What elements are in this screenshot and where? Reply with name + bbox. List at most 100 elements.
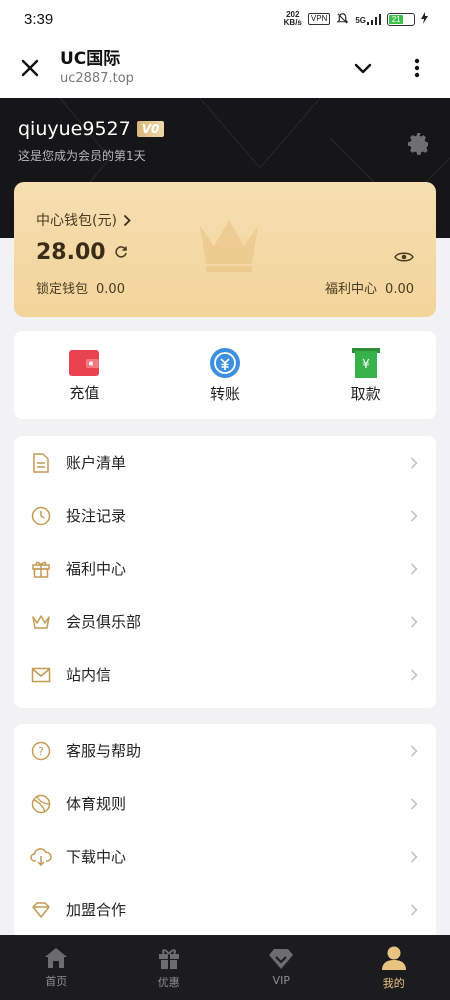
nav-promotions[interactable]: 优惠 (113, 935, 226, 1000)
gift-icon (158, 948, 179, 969)
menu-item-partnership[interactable]: 加盟合作 (14, 883, 436, 936)
chevron-down-icon (354, 63, 372, 73)
transfer-label: 转账 (210, 384, 241, 403)
site-url: uc2887.top (60, 71, 134, 86)
withdraw-label: 取款 (350, 384, 381, 403)
vip-badge: V0 (136, 121, 165, 137)
menu-item-member-club[interactable]: 会员俱乐部 (14, 595, 436, 648)
menu-label: 下载中心 (66, 848, 127, 866)
chevron-right-icon (410, 797, 420, 811)
menu-item-welfare-center[interactable]: 福利中心 (14, 542, 436, 595)
chevron-right-icon (410, 903, 420, 917)
crown-icon (30, 611, 52, 633)
wallet-card: 中心钱包(元) 28.00 锁定钱包 0.00 福利中心 0.00 (14, 182, 436, 317)
chevron-right-icon (410, 456, 420, 470)
site-info: UC国际 uc2887.top (60, 48, 348, 88)
menu-item-account-list[interactable]: 账户清单 (14, 436, 436, 489)
username-row: qiuyue9527 V0 (18, 118, 165, 140)
nav-label: 我的 (382, 976, 405, 990)
more-button[interactable] (402, 53, 432, 83)
close-button[interactable] (18, 56, 42, 80)
eye-icon[interactable] (394, 248, 414, 267)
wallet-amount: 28.00 (36, 240, 106, 265)
cash-icon: ¥ (351, 347, 380, 378)
menu-label: 账户清单 (66, 454, 127, 472)
more-vertical-icon (414, 58, 420, 78)
nav-home[interactable]: 首页 (0, 935, 113, 1000)
wallet-title-link[interactable]: 中心钱包(元) (36, 210, 131, 230)
diamond-icon (30, 899, 52, 921)
menu-label: 客服与帮助 (66, 742, 142, 760)
menu-item-bet-records[interactable]: 投注记录 (14, 489, 436, 542)
member-days: 这是您成为会员的第1天 (18, 149, 146, 163)
vpn-badge: VPN (307, 13, 331, 25)
welfare-balance-label: 福利中心 (325, 282, 378, 297)
charging-icon (421, 12, 428, 26)
chevron-right-icon (410, 850, 420, 864)
menu-item-download-center[interactable]: 下载中心 (14, 830, 436, 883)
withdraw-button[interactable]: ¥ 取款 (295, 331, 436, 419)
battery-icon: 21 (387, 12, 415, 26)
nav-vip[interactable]: VIP (225, 935, 338, 1000)
locked-wallet-value: 0.00 (96, 282, 125, 297)
bottom-nav: 首页 优惠 VIP 我的 (0, 935, 450, 1000)
deposit-label: 充值 (69, 383, 100, 402)
quick-actions: 充值 转账 ¥ 取款 (14, 331, 436, 419)
status-indicators: 202 KB/s VPN 5G 21 (284, 11, 428, 27)
menu-item-sports-rules[interactable]: 体育规则 (14, 777, 436, 830)
wallet-amount-row: 28.00 (36, 240, 130, 265)
locked-wallet-label: 锁定钱包 (36, 282, 89, 297)
menu-label: 会员俱乐部 (66, 613, 142, 631)
gift-icon (30, 558, 52, 580)
nav-mine[interactable]: 我的 (338, 935, 450, 1000)
clock-icon (30, 505, 52, 527)
signal-icon: 5G (355, 13, 381, 25)
mute-icon (336, 12, 349, 27)
menu-label: 福利中心 (66, 560, 127, 578)
crown-watermark-icon (200, 220, 258, 272)
user-icon (381, 946, 406, 970)
refresh-icon[interactable] (114, 245, 130, 261)
nav-label: 优惠 (157, 975, 180, 989)
chevron-right-icon (410, 615, 420, 629)
svg-text:¥: ¥ (362, 357, 370, 371)
diamond-icon (269, 949, 294, 969)
ball-icon (30, 793, 52, 815)
close-icon (21, 59, 39, 77)
menu-label: 体育规则 (66, 795, 127, 813)
expand-button[interactable] (348, 53, 378, 83)
transfer-button[interactable]: 转账 (155, 331, 296, 419)
menu-label: 加盟合作 (66, 901, 127, 919)
help-icon: ? (30, 740, 52, 762)
status-bar: 3:39 202 KB/s VPN 5G 21 (0, 0, 450, 38)
home-icon (45, 947, 68, 968)
svg-text:?: ? (38, 745, 44, 758)
welfare-balance: 福利中心 0.00 (325, 278, 414, 297)
deposit-button[interactable]: 充值 (14, 331, 155, 419)
menu-group-1: 账户清单 投注记录 福利中心 会员俱乐部 站内信 (14, 436, 436, 708)
settings-button[interactable] (406, 131, 432, 157)
menu-label: 站内信 (66, 666, 112, 684)
menu-label: 投注记录 (66, 507, 127, 525)
chevron-right-icon (410, 509, 420, 523)
menu-group-2: ? 客服与帮助 体育规则 下载中心 加盟合作 (14, 724, 436, 954)
net-speed: 202 KB/s (283, 10, 302, 27)
chevron-right-icon (410, 562, 420, 576)
menu-item-inbox[interactable]: 站内信 (14, 648, 436, 701)
locked-wallet: 锁定钱包 0.00 (36, 278, 125, 297)
menu-item-customer-service[interactable]: ? 客服与帮助 (14, 724, 436, 777)
mail-icon (30, 664, 52, 686)
transfer-icon (210, 347, 240, 378)
site-title: UC国际 (60, 49, 121, 69)
username: qiuyue9527 (18, 118, 131, 140)
chevron-right-icon (410, 668, 420, 682)
wallet-title: 中心钱包(元) (36, 213, 117, 229)
gear-icon (408, 133, 428, 155)
document-icon (30, 452, 52, 474)
nav-label: VIP (272, 974, 290, 987)
chevron-right-icon (123, 214, 131, 226)
download-icon (30, 846, 52, 868)
wallet-bottom: 锁定钱包 0.00 福利中心 0.00 (36, 278, 414, 297)
browser-bar: UC国际 uc2887.top (0, 38, 450, 98)
status-time: 3:39 (24, 10, 54, 28)
